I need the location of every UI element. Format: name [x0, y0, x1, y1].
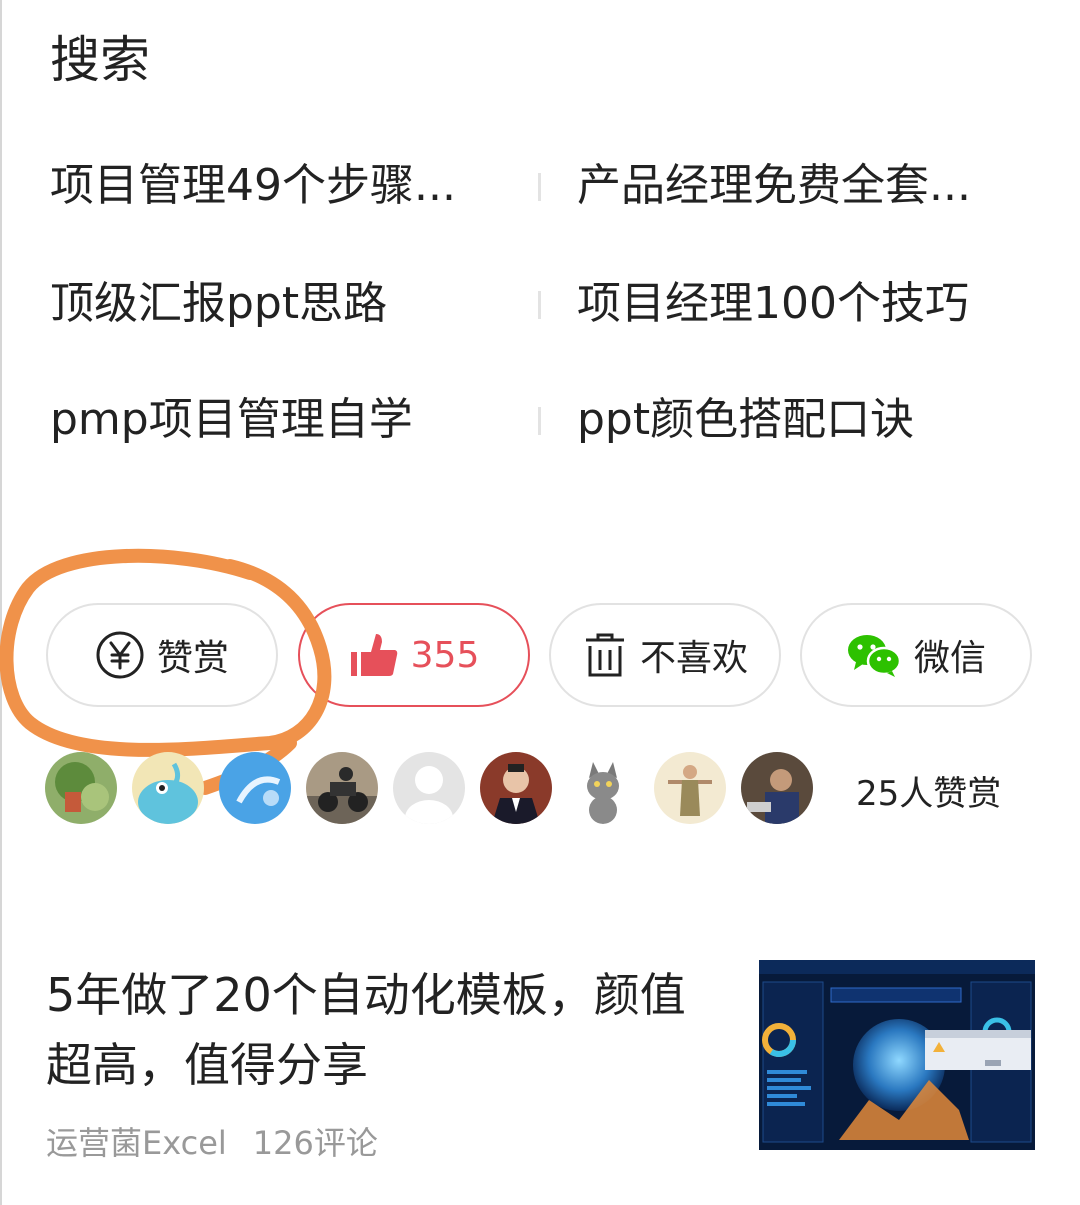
wechat-icon [846, 632, 902, 678]
article-comments: 126评论 [252, 1124, 378, 1162]
search-suggestion[interactable]: 产品经理免费全套... [577, 158, 971, 214]
article-title[interactable]: 5年做了20个自动化模板，颜值超高，值得分享 [46, 960, 726, 1100]
divider [538, 291, 541, 319]
nature-avatar[interactable] [45, 752, 117, 824]
like-button[interactable]: 355 [298, 603, 530, 707]
dislike-label: 不喜欢 [639, 638, 748, 679]
search-suggestion[interactable]: ppt颜色搭配口诀 [577, 392, 914, 448]
reward-label: 赞赏 [156, 638, 229, 679]
thumbs-up-icon [349, 630, 399, 680]
man-suit-avatar[interactable] [480, 752, 552, 824]
divider [538, 407, 541, 435]
divider [538, 173, 541, 201]
dashboard-thumbnail[interactable] [759, 960, 1035, 1150]
figure-avatar[interactable] [654, 752, 726, 824]
sky-avatar[interactable] [219, 752, 291, 824]
search-suggestion[interactable]: 项目经理100个技巧 [577, 276, 969, 332]
motorcycle-avatar[interactable] [306, 752, 378, 824]
search-suggestion[interactable]: pmp项目管理自学 [50, 392, 413, 448]
wechat-share-button[interactable]: 微信 [800, 603, 1032, 707]
dislike-button[interactable]: 不喜欢 [549, 603, 781, 707]
reward-button[interactable]: 赞赏 [46, 603, 278, 707]
default-avatar[interactable] [393, 752, 465, 824]
yen-icon [95, 630, 145, 680]
page-edge [0, 0, 2, 1205]
like-count: 355 [410, 634, 480, 676]
search-section-title: 搜索 [50, 31, 150, 89]
reward-count-label: 25人赞赏 [856, 774, 1002, 814]
search-suggestion[interactable]: 项目管理49个步骤... [50, 158, 456, 214]
trash-icon [582, 632, 628, 678]
wechat-label: 微信 [913, 638, 986, 679]
cat-avatar[interactable] [567, 752, 639, 824]
person-avatar[interactable] [741, 752, 813, 824]
cartoon-avatar[interactable] [132, 752, 204, 824]
search-suggestion[interactable]: 顶级汇报ppt思路 [50, 276, 387, 332]
article-meta: 运营菌Excel 126评论 [46, 1118, 378, 1164]
article-author[interactable]: 运营菌Excel [46, 1124, 227, 1162]
